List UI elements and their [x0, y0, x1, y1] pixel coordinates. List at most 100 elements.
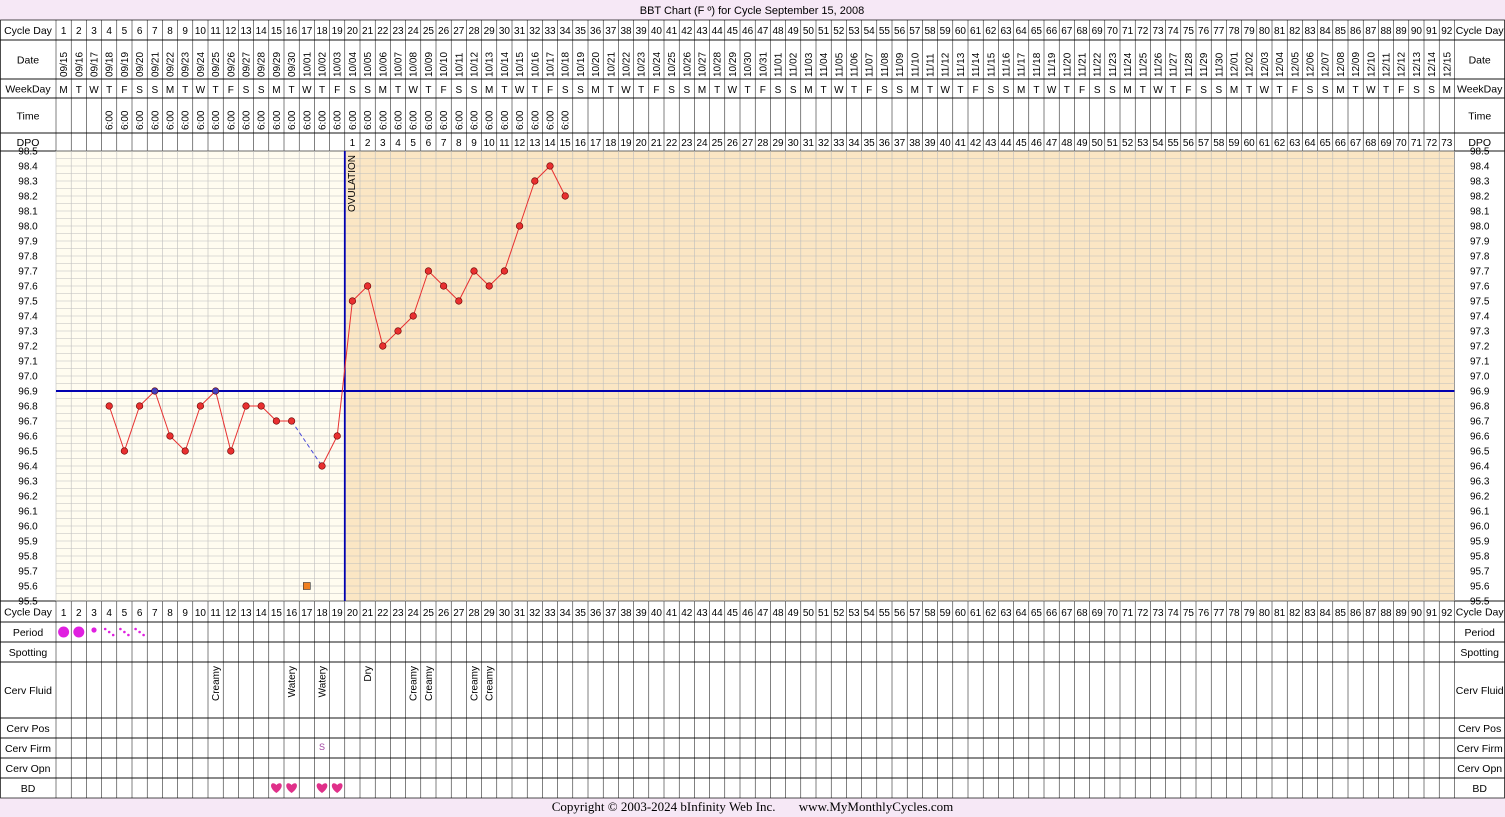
- weekday-label: S: [1109, 85, 1116, 96]
- date-label: 09/18: [105, 52, 116, 77]
- temp-point: [379, 342, 387, 350]
- cycle-day-number: 56: [894, 26, 906, 37]
- cycle-day-number: 66: [1046, 608, 1058, 619]
- y-tick-label-right: 96.3: [1470, 477, 1490, 488]
- cycle-day-number: 28: [468, 26, 480, 37]
- dpo-number: 47: [1046, 138, 1058, 149]
- weekday-label: M: [59, 85, 67, 96]
- cycle-day-number: 44: [712, 26, 724, 37]
- date-label: 11/10: [910, 52, 921, 77]
- date-label: 12/09: [1351, 52, 1362, 77]
- date-label: 09/21: [150, 52, 161, 77]
- cycle-day-number: 79: [1244, 608, 1256, 619]
- dpo-number: 19: [620, 138, 632, 149]
- cycle-day-number: 71: [1122, 608, 1134, 619]
- row-label-left: Spotting: [9, 647, 48, 659]
- weekday-label: W: [1153, 85, 1163, 96]
- row-label-left: Period: [13, 627, 44, 639]
- date-label: 11/18: [1032, 52, 1043, 77]
- y-tick-label-left: 95.7: [18, 567, 38, 578]
- site-link[interactable]: www.MyMonthlyCycles.com: [799, 799, 953, 814]
- dpo-number: 68: [1365, 138, 1377, 149]
- weekday-label: S: [1322, 85, 1329, 96]
- cycle-day-number: 47: [757, 608, 769, 619]
- cycle-day-number: 14: [256, 608, 268, 619]
- temp-point: [212, 387, 220, 395]
- cycle-day-number: 1: [61, 608, 67, 619]
- date-label: 10/20: [591, 52, 602, 77]
- cycle-day-number: 61: [970, 608, 982, 619]
- cycle-day-number: 92: [1441, 26, 1453, 37]
- temp-point: [318, 462, 326, 470]
- cycle-day-number: 60: [955, 608, 967, 619]
- dpo-number: 53: [1137, 138, 1149, 149]
- dpo-number: 65: [1320, 138, 1332, 149]
- cycle-day-number: 80: [1259, 26, 1271, 37]
- dpo-number: 4: [395, 138, 401, 149]
- cycle-day-number: 38: [620, 26, 632, 37]
- y-tick-label-right: 97.2: [1470, 342, 1490, 353]
- dpo-number: 10: [484, 138, 496, 149]
- cycle-day-number: 7: [152, 608, 158, 619]
- time-label: 6:00: [150, 110, 161, 130]
- temp-point: [561, 192, 569, 200]
- cycle-day-number: 78: [1228, 26, 1240, 37]
- cycle-day-number: 26: [438, 608, 450, 619]
- dpo-number: 58: [1213, 138, 1225, 149]
- cycle-day-number: 4: [106, 608, 112, 619]
- weekday-label: W: [940, 85, 950, 96]
- dpo-number: 15: [560, 138, 572, 149]
- date-label: 09/17: [90, 52, 101, 77]
- y-tick-label-left: 98.1: [18, 207, 38, 218]
- cycle-day-number: 89: [1396, 26, 1408, 37]
- cycle-day-number: 74: [1168, 608, 1180, 619]
- weekday-label: W: [408, 85, 418, 96]
- weekday-label: T: [1383, 85, 1389, 96]
- cycle-day-number: 31: [514, 608, 526, 619]
- dpo-number: 9: [471, 138, 477, 149]
- date-label: 11/05: [834, 52, 845, 77]
- row-label-left: WeekDay: [5, 84, 51, 96]
- y-tick-label-right: 97.1: [1470, 357, 1490, 368]
- date-label: 10/29: [728, 52, 739, 77]
- time-label: 6:00: [363, 110, 374, 130]
- chart-title: BBT Chart (F º) for Cycle September 15, …: [640, 5, 865, 17]
- cycle-day-number: 45: [727, 26, 739, 37]
- date-label: 10/03: [333, 52, 344, 77]
- weekday-label: M: [1017, 85, 1025, 96]
- bbt-chart: Cycle Day Cycle Day Date Date WeekDay WeekDay…: [0, 5, 1505, 799]
- time-label: 6:00: [135, 110, 146, 130]
- cycle-day-number: 32: [529, 608, 541, 619]
- cycle-day-number: 13: [240, 26, 252, 37]
- date-label: 09/25: [211, 52, 222, 77]
- dpo-number: 73: [1441, 138, 1453, 149]
- y-tick-label-right: 97.0: [1470, 372, 1490, 383]
- cycle-day-number: 89: [1396, 608, 1408, 619]
- cycle-day-number: 22: [377, 26, 389, 37]
- date-label: 09/22: [166, 52, 177, 77]
- date-label: 11/14: [971, 52, 982, 77]
- cycle-day-number: 27: [453, 608, 465, 619]
- temp-point: [531, 177, 539, 185]
- y-tick-label-left: 98.0: [18, 222, 38, 233]
- date-label: 12/10: [1366, 52, 1377, 77]
- cycle-day-number: 91: [1426, 26, 1438, 37]
- date-label: 12/15: [1442, 52, 1453, 77]
- date-label: 11/07: [865, 52, 876, 77]
- weekday-label: S: [455, 85, 462, 96]
- y-tick-label-right: 95.6: [1470, 582, 1490, 593]
- weekday-label: S: [1215, 85, 1222, 96]
- dpo-number: 27: [742, 138, 754, 149]
- weekday-label: W: [89, 85, 99, 96]
- cycle-day-number: 44: [712, 608, 724, 619]
- date-label: 11/20: [1062, 52, 1073, 77]
- cycle-day-number: 43: [696, 608, 708, 619]
- cycle-day-number: 27: [453, 26, 465, 37]
- y-tick-label-left: 96.0: [18, 522, 38, 533]
- cycle-day-number: 67: [1061, 26, 1073, 37]
- cycle-day-number: 61: [970, 26, 982, 37]
- weekday-label: T: [821, 85, 827, 96]
- row-label-right: Period: [1465, 627, 1496, 639]
- cycle-day-number: 29: [484, 26, 496, 37]
- dpo-number: 32: [818, 138, 830, 149]
